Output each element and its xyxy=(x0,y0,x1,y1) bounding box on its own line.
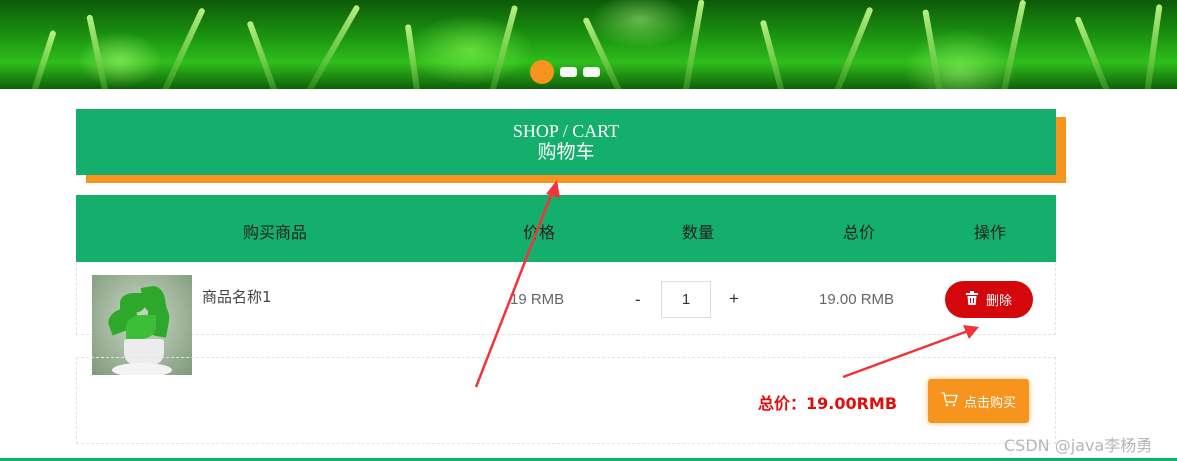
cart-icon xyxy=(941,391,958,411)
delete-button-label: 删除 xyxy=(985,294,1012,309)
cart-total: 总价：19.00RMB xyxy=(758,394,898,413)
delete-button[interactable]: 删除 xyxy=(945,281,1033,318)
decrease-quantity-button[interactable]: - xyxy=(635,290,641,310)
grass-blade xyxy=(29,29,57,89)
grass-blade xyxy=(1074,15,1112,89)
page-title: SHOP / CART 购物车 xyxy=(76,109,1056,175)
header-price: 价格 xyxy=(523,223,556,242)
carousel-dot[interactable] xyxy=(560,67,577,77)
grass-blade xyxy=(922,9,944,89)
grass-blade xyxy=(681,0,705,89)
carousel-dots xyxy=(530,60,600,84)
product-price: 19 RMB xyxy=(510,291,565,308)
increase-quantity-button[interactable]: + xyxy=(729,289,739,309)
buy-button[interactable]: 点击购买 xyxy=(928,379,1029,423)
grass-blade xyxy=(999,0,1027,89)
page-title-cn: 购物车 xyxy=(537,141,595,163)
grass-blade xyxy=(1143,4,1163,89)
cart-table-header: 购买商品 价格 数量 总价 操作 xyxy=(76,195,1056,262)
product-name[interactable]: 商品名称1 xyxy=(202,286,272,307)
grass-blade xyxy=(305,4,361,89)
grass-blade xyxy=(759,19,787,89)
hero-banner xyxy=(0,0,1177,89)
grass-blade xyxy=(246,20,280,89)
grass-blade xyxy=(404,23,422,89)
leaf-shape xyxy=(126,315,156,339)
carousel-dot-active[interactable] xyxy=(530,60,554,84)
grass-blade xyxy=(487,4,519,89)
buy-button-label: 点击购买 xyxy=(963,395,1016,411)
header-quantity: 数量 xyxy=(682,223,715,242)
grass-blade xyxy=(832,6,874,89)
cart-summary xyxy=(76,357,1056,444)
watermark: CSDN @java李杨勇 xyxy=(1004,436,1153,455)
grass-blade xyxy=(86,14,110,89)
quantity-input[interactable] xyxy=(661,281,711,318)
page-title-en: SHOP / CART xyxy=(512,121,620,141)
carousel-dot[interactable] xyxy=(583,67,600,77)
trash-icon xyxy=(965,290,978,309)
header-actions: 操作 xyxy=(974,223,1007,242)
item-subtotal: 19.00 RMB xyxy=(819,291,895,308)
grass-blade xyxy=(160,7,206,89)
header-total: 总价 xyxy=(843,223,876,242)
header-product: 购买商品 xyxy=(243,223,308,242)
